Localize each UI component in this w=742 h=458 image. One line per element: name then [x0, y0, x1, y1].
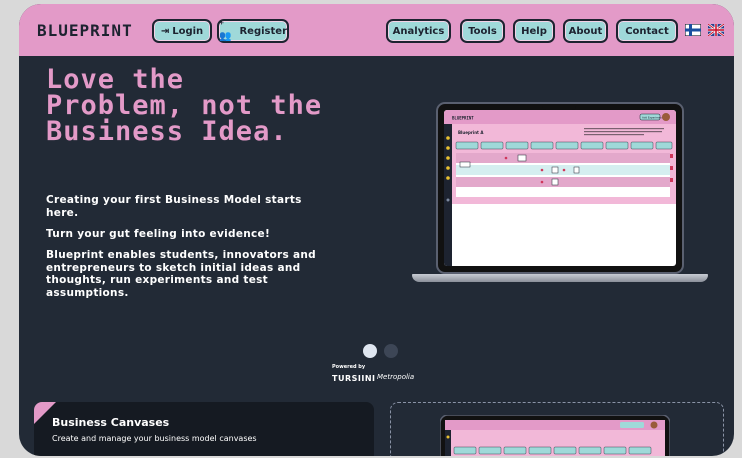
card-subtitle: Create and manage your business model ca… [52, 434, 257, 443]
laptop-mockup: BLUEPRINT Add Experiment Blueprint A [412, 102, 712, 292]
preview-laptop-image [440, 415, 670, 456]
business-canvases-card[interactable]: Business Canvases Create and manage your… [34, 402, 374, 456]
login-icon: ⇥ [160, 25, 170, 37]
login-button[interactable]: ⇥ Login [152, 19, 212, 43]
powered-by-label: Powered by [332, 364, 366, 370]
mockup-button-label: Add Experiment [642, 116, 663, 120]
laptop-lid: BLUEPRINT Add Experiment Blueprint A [436, 102, 684, 274]
about-button[interactable]: About [563, 19, 608, 43]
turku-logo: TURSIINI [332, 374, 376, 383]
top-navbar: BLUEPRINT ⇥ Login ⁺👥 Register Analytics … [19, 4, 734, 56]
app-preview-image: BLUEPRINT Add Experiment Blueprint A [444, 110, 676, 266]
metropolia-logo: Metropolia [377, 373, 415, 381]
carousel-dot[interactable] [384, 344, 398, 358]
help-button[interactable]: Help [513, 19, 555, 43]
carousel-dot-active[interactable] [363, 344, 377, 358]
contact-button[interactable]: Contact [616, 19, 678, 43]
app-frame: BLUEPRINT ⇥ Login ⁺👥 Register Analytics … [19, 4, 734, 456]
laptop-notch [542, 104, 576, 110]
uk-flag-icon[interactable] [708, 24, 724, 36]
analytics-button[interactable]: Analytics [386, 19, 451, 43]
register-button[interactable]: ⁺👥 Register [217, 19, 289, 43]
preview-card [390, 402, 724, 456]
login-label: Login [172, 25, 204, 37]
hero-tagline-text: Turn your gut feeling into evidence! [46, 228, 271, 240]
hero-title: Love the Problem, not the Business Idea. [46, 64, 323, 147]
card-title: Business Canvases [52, 416, 170, 429]
hero-description-text: Blueprint enables students, innovators a… [46, 249, 316, 299]
laptop-base [412, 274, 708, 282]
mockup-title: Blueprint A [458, 130, 484, 135]
register-icon: ⁺👥 [219, 20, 232, 42]
tools-button[interactable]: Tools [460, 19, 505, 43]
brand-logo[interactable]: BLUEPRINT [37, 21, 133, 40]
hero-intro-text: Creating your first Business Model start… [46, 194, 302, 219]
mockup-brand: BLUEPRINT [452, 116, 474, 121]
laptop-screen: BLUEPRINT Add Experiment Blueprint A [444, 110, 676, 266]
register-label: Register [239, 25, 287, 37]
finnish-flag-icon[interactable] [685, 24, 701, 36]
